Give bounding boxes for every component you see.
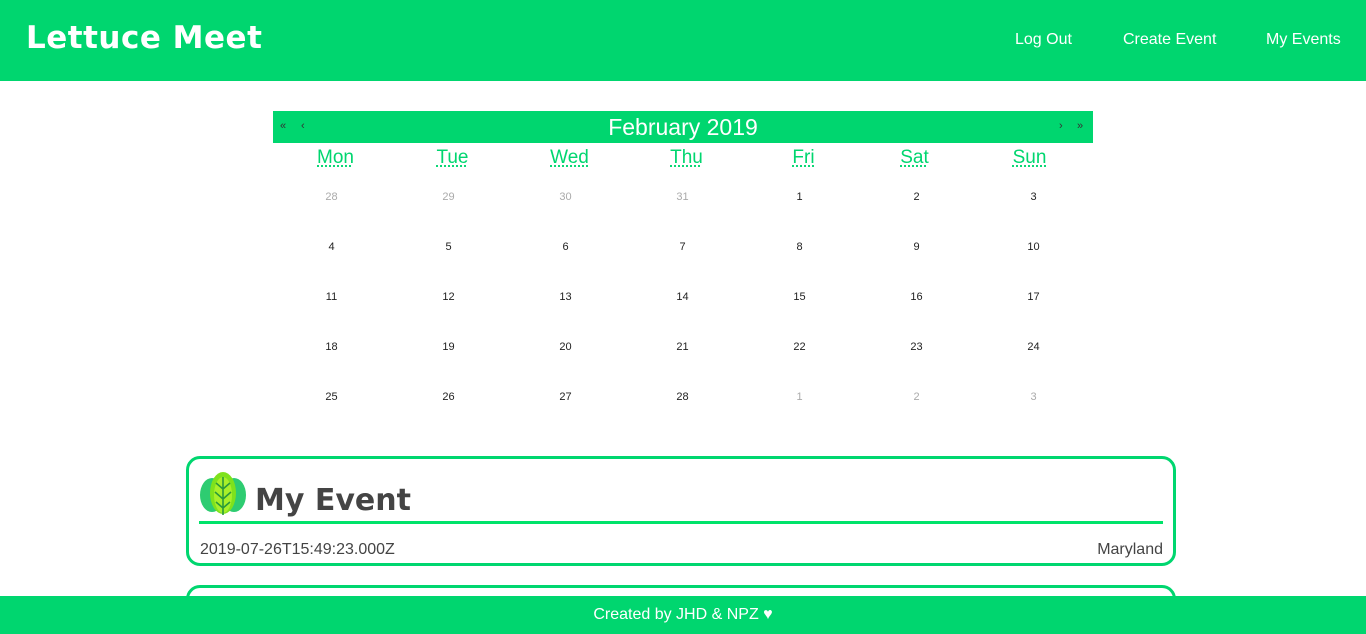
calendar-day[interactable]: 25: [273, 391, 390, 403]
calendar-day[interactable]: 10: [975, 241, 1092, 253]
calendar-day[interactable]: 27: [507, 391, 624, 403]
calendar-day[interactable]: 9: [858, 241, 975, 253]
calendar-day[interactable]: 8: [741, 241, 858, 253]
divider: [199, 521, 1163, 524]
calendar-day[interactable]: 13: [507, 291, 624, 303]
calendar-day[interactable]: 1: [741, 191, 858, 203]
calendar-day[interactable]: 6: [507, 241, 624, 253]
next-year-button[interactable]: »: [1077, 120, 1083, 132]
log-out-link[interactable]: Log Out: [1015, 31, 1072, 49]
calendar-day[interactable]: 7: [624, 241, 741, 253]
next-month-button[interactable]: ›: [1059, 120, 1063, 132]
calendar-day[interactable]: 30: [507, 191, 624, 203]
calendar-day[interactable]: 2: [858, 391, 975, 403]
weekday-label: Sun: [1012, 147, 1047, 168]
my-events-link[interactable]: My Events: [1266, 31, 1341, 49]
calendar-day[interactable]: 22: [741, 341, 858, 353]
weekday-label: Thu: [670, 147, 703, 168]
calendar-day[interactable]: 3: [975, 391, 1092, 403]
calendar-day[interactable]: 1: [741, 391, 858, 403]
footer: Created by JHD & NPZ ♥: [0, 596, 1366, 634]
calendar-day[interactable]: 24: [975, 341, 1092, 353]
calendar-day[interactable]: 20: [507, 341, 624, 353]
calendar-day[interactable]: 14: [624, 291, 741, 303]
weekday-label: Mon: [317, 147, 354, 168]
calendar-day[interactable]: 17: [975, 291, 1092, 303]
calendar-day[interactable]: 23: [858, 341, 975, 353]
calendar-day[interactable]: 3: [975, 191, 1092, 203]
calendar-day[interactable]: 29: [390, 191, 507, 203]
lettuce-icon: [200, 472, 246, 515]
navbar: Lettuce Meet Log Out Create Event My Eve…: [0, 0, 1366, 81]
weekday-label: Wed: [550, 147, 589, 168]
calendar-day[interactable]: 18: [273, 341, 390, 353]
create-event-link[interactable]: Create Event: [1123, 31, 1216, 49]
calendar-day[interactable]: 31: [624, 191, 741, 203]
weekday-label: Tue: [436, 147, 469, 168]
event-title[interactable]: My Event: [255, 483, 411, 518]
calendar-day[interactable]: 28: [624, 391, 741, 403]
calendar-day[interactable]: 4: [273, 241, 390, 253]
calendar-day[interactable]: 2: [858, 191, 975, 203]
calendar: « ‹ February 2019 › » Mon Tue Wed Thu Fr…: [273, 111, 1093, 403]
weekday-label: Sat: [900, 147, 929, 168]
calendar-day[interactable]: 16: [858, 291, 975, 303]
calendar-day[interactable]: 26: [390, 391, 507, 403]
weekday-header: Mon Tue Wed Thu Fri Sat Sun: [273, 147, 1093, 177]
brand-title[interactable]: Lettuce Meet: [26, 20, 262, 56]
calendar-day[interactable]: 28: [273, 191, 390, 203]
weekday-label: Fri: [792, 147, 815, 168]
event-location: Maryland: [1097, 541, 1163, 558]
calendar-day[interactable]: 11: [273, 291, 390, 303]
event-card[interactable]: My Event 2019-07-26T15:49:23.000Z Maryla…: [186, 456, 1176, 566]
event-datetime: 2019-07-26T15:49:23.000Z: [200, 541, 395, 558]
calendar-header: « ‹ February 2019 › »: [273, 111, 1093, 143]
calendar-month-label[interactable]: February 2019: [273, 114, 1093, 141]
calendar-day[interactable]: 5: [390, 241, 507, 253]
calendar-day[interactable]: 12: [390, 291, 507, 303]
calendar-day[interactable]: 19: [390, 341, 507, 353]
calendar-day[interactable]: 15: [741, 291, 858, 303]
calendar-day[interactable]: 21: [624, 341, 741, 353]
